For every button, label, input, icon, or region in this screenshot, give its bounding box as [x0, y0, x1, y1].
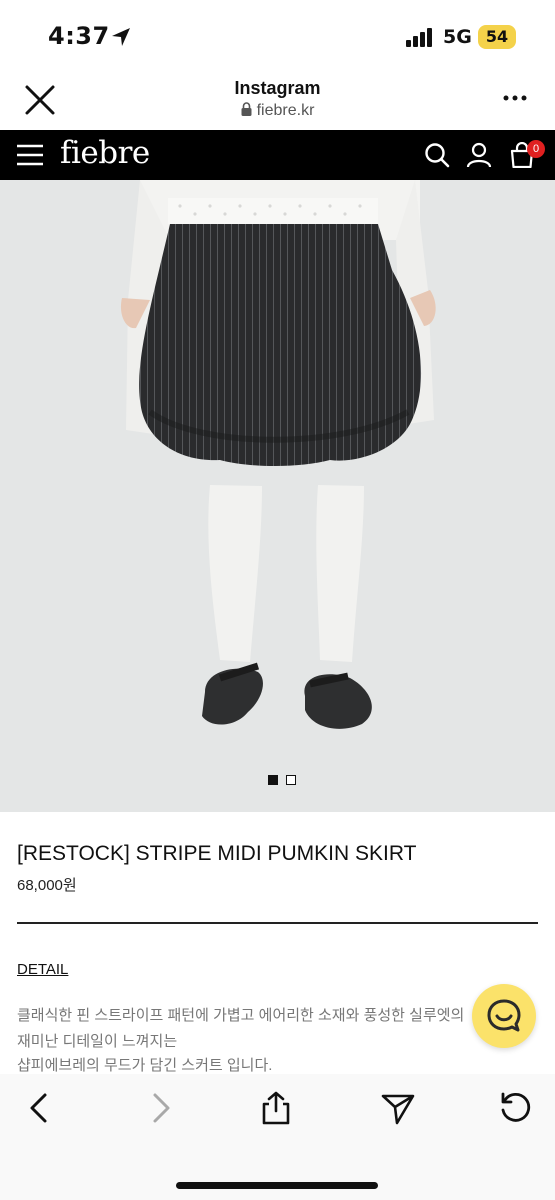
share-icon[interactable]	[258, 1090, 294, 1126]
status-time: 4:37	[48, 22, 110, 50]
description-line: 클래식한 핀 스트라이프 패턴에 가볍고 에어리한 소재와 풍성한 실루엣의	[17, 1007, 465, 1024]
lock-icon	[241, 102, 252, 116]
description-line: 샵피에브레의 무드가 담긴 스커트 입니다.	[17, 1057, 273, 1074]
battery-level: 54	[478, 25, 516, 49]
product-image[interactable]	[0, 180, 555, 812]
chat-button[interactable]	[472, 984, 536, 1048]
status-bar: 4:37 5G 54	[0, 0, 555, 72]
product-price: 68,000원	[17, 877, 77, 894]
url-text: fiebre.kr	[256, 102, 315, 119]
home-indicator	[176, 1182, 378, 1189]
chat-icon	[487, 999, 521, 1032]
back-icon[interactable]	[22, 1090, 58, 1126]
menu-icon[interactable]	[16, 143, 44, 167]
browser-url[interactable]: fiebre.kr	[0, 102, 555, 120]
site-logo[interactable]: fiebre	[60, 135, 150, 171]
send-icon[interactable]	[380, 1090, 416, 1126]
browser-title: Instagram	[234, 78, 321, 98]
carousel-dot-active[interactable]	[268, 775, 278, 785]
detail-link[interactable]: DETAIL	[17, 961, 68, 978]
signal-bars-icon	[406, 28, 432, 47]
in-app-browser-header: Instagram fiebre.kr	[0, 72, 555, 130]
reload-icon[interactable]	[497, 1090, 533, 1126]
more-icon[interactable]	[500, 88, 530, 108]
user-icon[interactable]	[466, 142, 492, 168]
location-arrow-icon	[112, 28, 130, 46]
carousel-dot[interactable]	[286, 775, 296, 785]
cart-count-badge: 0	[527, 140, 545, 158]
forward-icon[interactable]	[142, 1090, 178, 1126]
divider	[17, 922, 538, 924]
site-navigation: fiebre	[0, 130, 555, 180]
description-line: 재미난 디테일이 느껴지는	[17, 1033, 178, 1050]
network-type: 5G	[443, 26, 472, 48]
search-icon[interactable]	[424, 142, 450, 168]
product-name: [RESTOCK] STRIPE MIDI PUMKIN SKIRT	[17, 842, 417, 865]
